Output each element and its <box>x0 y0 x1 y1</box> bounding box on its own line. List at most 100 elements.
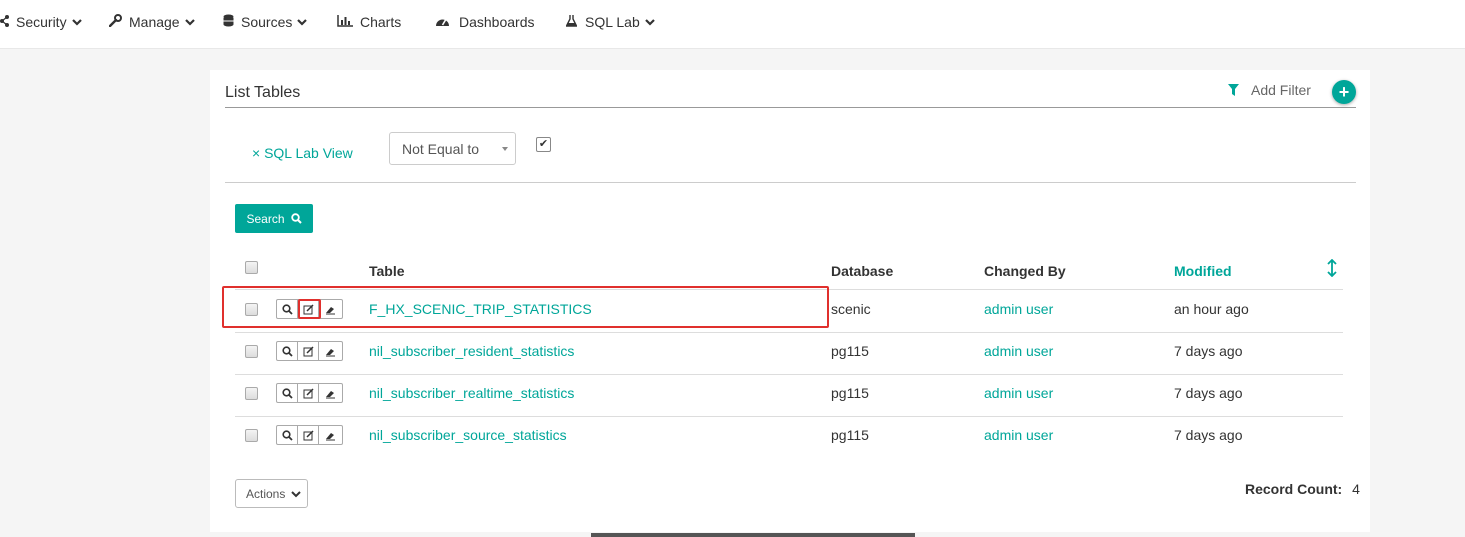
chevron-down-icon <box>71 19 82 26</box>
nav-dashboards[interactable]: Dashboards <box>435 0 535 44</box>
changed-by-link[interactable]: admin user <box>984 385 1053 401</box>
nav-label: Sources <box>241 14 293 30</box>
header-divider <box>235 289 1343 290</box>
flask-icon <box>565 14 578 30</box>
database-cell: scenic <box>831 301 871 317</box>
nav-sql-lab[interactable]: SQL Lab <box>565 0 655 44</box>
row-checkbox[interactable] <box>245 387 258 400</box>
add-filter-button[interactable]: Add Filter <box>1228 82 1311 98</box>
nav-sources[interactable]: Sources <box>223 0 308 44</box>
delete-record-button[interactable] <box>318 341 343 361</box>
search-icon <box>281 303 293 315</box>
table-name-link[interactable]: nil_subscriber_realtime_statistics <box>369 385 574 401</box>
row-actions <box>276 383 343 403</box>
row-checkbox[interactable] <box>245 303 258 316</box>
horizontal-scrollbar[interactable] <box>591 533 915 537</box>
table-name-link[interactable]: nil_subscriber_source_statistics <box>369 427 567 443</box>
database-cell: pg115 <box>831 427 869 443</box>
eraser-icon <box>326 390 335 398</box>
actions-dropdown[interactable]: Actions <box>235 479 308 508</box>
search-icon <box>281 387 293 399</box>
modified-cell: 7 days ago <box>1174 343 1243 359</box>
eraser-icon <box>326 432 335 440</box>
show-record-button[interactable] <box>276 425 298 445</box>
wrench-icon <box>108 14 122 30</box>
delete-record-button[interactable] <box>318 299 343 319</box>
eraser-icon <box>326 348 335 356</box>
row-divider <box>235 416 1343 417</box>
row-actions <box>276 425 343 445</box>
search-button[interactable]: Search <box>235 204 313 233</box>
row-divider <box>235 374 1343 375</box>
search-label: Search <box>246 211 285 226</box>
changed-by-link[interactable]: admin user <box>984 427 1053 443</box>
database-icon <box>223 14 234 30</box>
row-checkbox[interactable] <box>245 345 258 358</box>
nav-label: Manage <box>129 14 180 30</box>
dashboard-icon <box>435 15 450 30</box>
filter-divider <box>225 182 1356 183</box>
modified-cell: an hour ago <box>1174 301 1249 317</box>
record-count-label: Record Count: <box>1245 481 1343 497</box>
row-divider <box>235 332 1343 333</box>
show-record-button[interactable] <box>276 299 298 319</box>
row-actions <box>276 299 343 319</box>
checkmark-icon: ✔ <box>538 138 549 150</box>
edit-record-button[interactable] <box>297 383 319 403</box>
changed-by-link[interactable]: admin user <box>984 343 1053 359</box>
delete-record-button[interactable] <box>318 425 343 445</box>
nav-label: Security <box>16 14 67 30</box>
table-name-link[interactable]: F_HX_SCENIC_TRIP_STATISTICS <box>369 301 592 317</box>
database-cell: pg115 <box>831 385 869 401</box>
show-record-button[interactable] <box>276 383 298 403</box>
edit-icon <box>303 345 314 356</box>
show-record-button[interactable] <box>276 341 298 361</box>
list-tables-panel: List Tables Add Filter + × SQL Lab View … <box>210 70 1370 532</box>
table-name-link[interactable]: nil_subscriber_resident_statistics <box>369 343 574 359</box>
row-checkbox[interactable] <box>245 429 258 442</box>
nav-label: Dashboards <box>459 14 535 30</box>
chevron-down-icon <box>644 19 655 26</box>
column-header-table[interactable]: Table <box>369 263 405 279</box>
chevron-down-icon <box>297 19 308 26</box>
edit-record-button[interactable] <box>297 299 319 319</box>
sitemap-icon <box>0 14 9 30</box>
sort-icon[interactable] <box>1327 259 1337 277</box>
changed-by-link[interactable]: admin user <box>984 301 1053 317</box>
record-count-value: 4 <box>1352 481 1360 497</box>
record-count: Record Count: 4 <box>1245 481 1360 497</box>
edit-record-button[interactable] <box>297 425 319 445</box>
search-icon <box>281 429 293 441</box>
eraser-icon <box>326 306 335 314</box>
edit-record-button[interactable] <box>297 341 319 361</box>
nav-manage[interactable]: Manage <box>108 0 195 44</box>
plus-icon: + <box>1338 82 1350 102</box>
chevron-down-icon <box>291 490 302 497</box>
nav-label: Charts <box>360 14 402 30</box>
add-record-button[interactable]: + <box>1332 80 1356 104</box>
nav-label: SQL Lab <box>585 14 640 30</box>
column-header-changed-by[interactable]: Changed By <box>984 263 1066 279</box>
edit-icon <box>303 303 314 314</box>
search-icon <box>290 213 302 224</box>
filter-operator-value: Not Equal to <box>402 140 480 157</box>
filter-icon <box>1228 84 1239 96</box>
edit-icon <box>303 387 314 398</box>
search-icon <box>281 345 293 357</box>
column-header-database[interactable]: Database <box>831 263 893 279</box>
filter-operator-select[interactable]: Not Equal to <box>389 132 516 165</box>
modified-cell: 7 days ago <box>1174 427 1243 443</box>
nav-charts[interactable]: Charts <box>337 0 401 44</box>
filter-value-checkbox[interactable]: ✔ <box>536 137 551 152</box>
top-navbar: Security Manage Sources Charts Dashboard… <box>0 0 1465 49</box>
remove-filter-sql-lab-view[interactable]: × SQL Lab View <box>252 145 353 161</box>
column-header-modified[interactable]: Modified <box>1174 263 1232 279</box>
delete-record-button[interactable] <box>318 383 343 403</box>
select-all-checkbox[interactable] <box>245 261 258 274</box>
add-filter-label: Add Filter <box>1251 82 1311 98</box>
modified-cell: 7 days ago <box>1174 385 1243 401</box>
database-cell: pg115 <box>831 343 869 359</box>
nav-security[interactable]: Security <box>0 0 82 44</box>
chevron-down-icon <box>184 19 195 26</box>
caret-down-icon <box>502 147 508 151</box>
